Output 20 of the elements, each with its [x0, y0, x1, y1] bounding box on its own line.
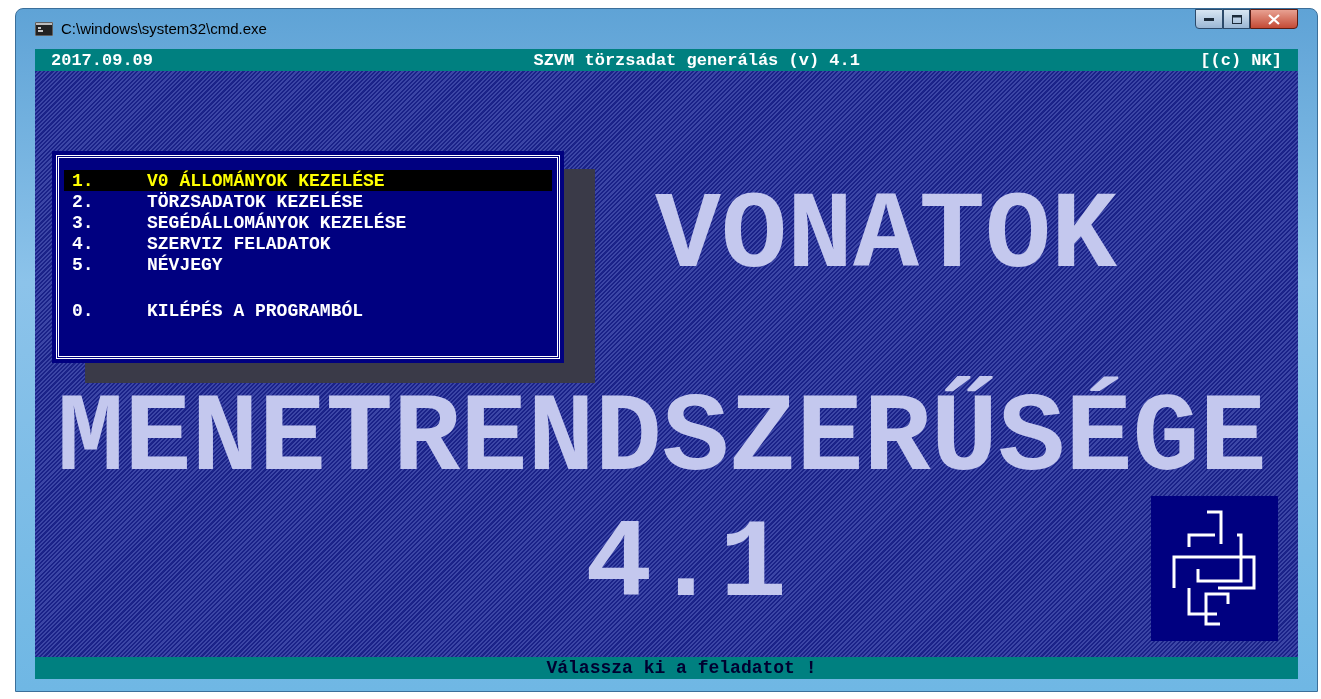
- window-title: C:\windows\system32\cmd.exe: [61, 18, 267, 39]
- logo-icon: [1171, 509, 1258, 628]
- maximize-button[interactable]: [1223, 9, 1250, 29]
- menu-item[interactable]: 5. NÉVJEGY: [64, 254, 552, 275]
- console-icon: [35, 22, 53, 36]
- date-text: 2017.09.09: [51, 51, 154, 69]
- maximize-icon: [1231, 14, 1242, 24]
- copyright-text: [(c) NK]: [1200, 51, 1282, 69]
- menu-item[interactable]: 2. TÖRZSADATOK KEZELÉSE: [64, 191, 552, 212]
- minimize-icon: [1204, 17, 1214, 21]
- close-button[interactable]: [1250, 9, 1298, 29]
- menu-item[interactable]: 0. KILÉPÉS A PROGRAMBÓL: [64, 300, 552, 321]
- close-icon: [1268, 13, 1280, 25]
- minimize-button[interactable]: [1195, 9, 1223, 29]
- banner-text: VONATOK: [655, 173, 1118, 301]
- program-title: SZVM törzsadat generálás (v) 4.1: [533, 51, 860, 69]
- menu-item[interactable]: 1. V0 ÁLLOMÁNYOK KEZELÉSE: [64, 170, 552, 191]
- menu-item[interactable]: 3. SEGÉDÁLLOMÁNYOK KEZELÉSE: [64, 212, 552, 233]
- status-text: Válassza ki a feladatot !: [546, 659, 817, 677]
- menu-item[interactable]: 4. SZERVIZ FELADATOK: [64, 233, 552, 254]
